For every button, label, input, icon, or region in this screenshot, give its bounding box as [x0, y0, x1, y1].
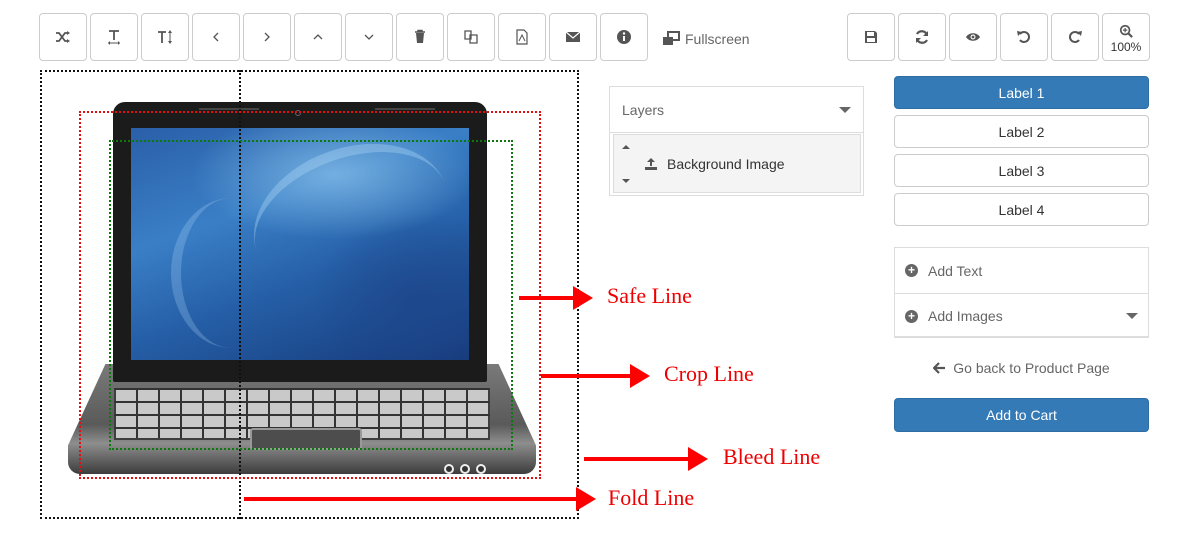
crop-line-arrow [541, 364, 650, 388]
undo-button[interactable] [1000, 13, 1048, 61]
refresh-icon [915, 30, 929, 44]
safe-line-annotation: Safe Line [607, 283, 692, 308]
upload-icon [645, 157, 657, 170]
crop-line-annotation: Crop Line [664, 361, 754, 386]
caret-down-icon [839, 106, 851, 113]
safe-line-arrow [519, 286, 593, 310]
bleed-line-annotation: Bleed Line [723, 444, 821, 469]
undo-icon [1017, 31, 1030, 43]
preview-button[interactable] [949, 13, 997, 61]
label-3-button[interactable]: Label 3 [894, 154, 1149, 187]
safe-line-box [109, 140, 513, 450]
arrow-left-icon [933, 362, 946, 374]
add-to-cart-button[interactable]: Add to Cart [894, 398, 1149, 432]
layer-label: Background Image [667, 155, 785, 172]
fold-line-arrow [244, 487, 596, 511]
zoom-button[interactable]: 100% [1102, 13, 1150, 61]
add-text-button[interactable]: + Add Text [895, 248, 1148, 293]
layers-title: Layers [622, 101, 665, 118]
fold-line-annotation: Fold Line [608, 485, 695, 510]
add-images-button[interactable]: + Add Images [895, 293, 1148, 338]
move-layer-down-icon[interactable] [622, 178, 630, 183]
caret-down-icon [1126, 313, 1138, 319]
back-to-product-link[interactable]: Go back to Product Page [894, 358, 1149, 378]
redo-icon [1069, 31, 1082, 43]
plus-circle-icon: + [905, 309, 918, 323]
layer-reorder [622, 144, 630, 183]
add-images-label: Add Images [928, 308, 1003, 324]
design-canvas[interactable]: Safe Line Crop Line Bleed Line Fold Line [0, 0, 860, 539]
add-panel: + Add Text + Add Images [894, 247, 1149, 338]
label-2-button[interactable]: Label 2 [894, 115, 1149, 148]
redo-button[interactable] [1051, 13, 1099, 61]
eye-icon [966, 33, 980, 41]
label-1-button[interactable]: Label 1 [894, 76, 1149, 109]
plus-circle-icon: + [905, 264, 918, 277]
layers-toggle[interactable]: Layers [610, 87, 863, 133]
refresh-button[interactable] [898, 13, 946, 61]
add-text-label: Add Text [928, 262, 983, 279]
zoom-in-icon [1119, 24, 1133, 38]
bleed-line-arrow [584, 447, 708, 471]
zoom-level: 100% [1110, 40, 1142, 54]
label-4-button[interactable]: Label 4 [894, 193, 1149, 226]
layers-panel: Layers Background Image [609, 86, 864, 196]
save-icon [865, 31, 877, 43]
back-link-label: Go back to Product Page [953, 360, 1110, 376]
layer-item[interactable]: Background Image [613, 134, 861, 193]
move-layer-up-icon[interactable] [622, 144, 630, 149]
